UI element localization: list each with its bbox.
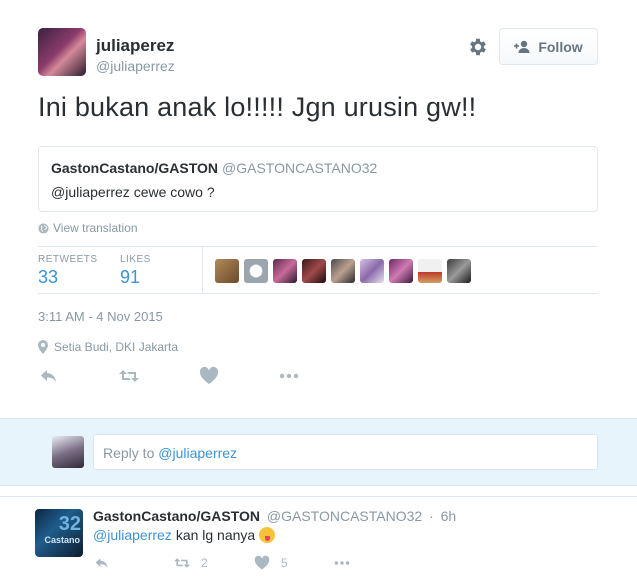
tongue-emoji-icon — [259, 527, 276, 543]
liker-avatar[interactable] — [215, 259, 239, 283]
retweets-stat[interactable]: RETWEETS 33 — [38, 254, 98, 288]
retweets-count: 33 — [38, 267, 59, 287]
location-label: Setia Budi, DKI Jakarta — [54, 340, 179, 354]
reply-more-button[interactable] — [333, 555, 351, 571]
reply-author-avatar[interactable]: 32 Castano — [35, 509, 83, 557]
reply-prefix: Reply to — [103, 445, 159, 461]
author-name[interactable]: juliaperez — [96, 36, 174, 56]
author-handle[interactable]: @juliaperrez — [96, 58, 175, 74]
more-icon[interactable] — [278, 366, 300, 386]
quote-author: GastonCastano/GASTON @GASTONCASTANO32 — [51, 160, 377, 176]
heart-icon[interactable] — [198, 366, 220, 386]
liker-avatar[interactable] — [302, 259, 326, 283]
retweet-icon — [174, 558, 190, 568]
quoted-tweet[interactable]: GastonCastano/GASTON @GASTONCASTANO32 @ju… — [38, 146, 598, 212]
reply-reply-button[interactable] — [93, 555, 111, 571]
reply-author-name[interactable]: GastonCastano/GASTON — [93, 508, 260, 524]
likes-stat[interactable]: LIKES 91 — [120, 254, 151, 288]
liker-avatar[interactable] — [418, 259, 442, 283]
stats-divider — [202, 247, 203, 294]
reply-time[interactable]: 6h — [441, 508, 457, 524]
liker-avatar[interactable] — [447, 259, 471, 283]
liker-avatar[interactable] — [331, 259, 355, 283]
author-avatar[interactable] — [38, 28, 86, 76]
tweet-main: juliaperez @juliaperrez Follow Ini bukan… — [0, 0, 637, 418]
quote-author-name: GastonCastano/GASTON — [51, 160, 218, 176]
reply-text: @juliaperrez kan lg nanya — [93, 527, 276, 543]
quote-author-handle: @GASTONCASTANO32 — [222, 160, 378, 176]
reply-like-count: 5 — [281, 556, 288, 570]
liker-avatar[interactable] — [360, 259, 384, 283]
reply-input[interactable]: Reply to @juliaperrez — [93, 434, 598, 470]
tweet-timestamp[interactable]: 3:11 AM - 4 Nov 2015 — [38, 309, 163, 324]
liker-avatars — [215, 259, 471, 283]
current-user-avatar — [52, 436, 84, 468]
add-user-icon — [514, 40, 530, 53]
likes-count: 91 — [120, 267, 141, 287]
liker-avatar[interactable] — [389, 259, 413, 283]
more-icon — [334, 561, 350, 565]
reply-text-mention[interactable]: @juliaperrez — [93, 527, 172, 543]
reply-mention: @juliaperrez — [158, 445, 238, 461]
reply-separator: · — [429, 508, 434, 524]
reply-icon[interactable] — [38, 366, 60, 386]
follow-label: Follow — [538, 38, 583, 55]
tweet-text: Ini bukan anak lo!!!!! Jgn urusin gw!! — [38, 92, 477, 122]
tweet-stats: RETWEETS 33 LIKES 91 — [38, 246, 598, 294]
reply-like-button[interactable]: 5 — [253, 555, 288, 571]
avatar-number: 32 — [58, 513, 81, 535]
globe-icon — [38, 222, 49, 234]
reply-retweet-button[interactable]: 2 — [173, 555, 208, 571]
reply-author-handle[interactable]: @GASTONCASTANO32 — [267, 508, 422, 524]
reply-text-body: kan lg nanya — [175, 527, 256, 543]
gear-icon[interactable] — [467, 36, 489, 58]
liker-avatar[interactable] — [273, 259, 297, 283]
location-pin-icon — [38, 340, 48, 354]
reply-tweet[interactable]: 32 Castano GastonCastano/GASTON @GASTONC… — [0, 496, 637, 581]
reply-icon — [95, 558, 108, 568]
reply-actions: 2 5 — [93, 555, 393, 571]
view-translation-label: View translation — [53, 221, 138, 235]
liker-avatar[interactable] — [244, 259, 268, 283]
retweet-icon[interactable] — [118, 366, 140, 386]
heart-icon — [254, 555, 270, 570]
avatar-caption: Castano — [44, 535, 80, 545]
tweet-location[interactable]: Setia Budi, DKI Jakarta — [38, 340, 178, 354]
retweets-label: RETWEETS — [38, 254, 98, 265]
tweet-actions — [38, 366, 338, 386]
reply-retweet-count: 2 — [201, 556, 208, 570]
reply-header: GastonCastano/GASTON @GASTONCASTANO32 · … — [93, 508, 456, 524]
likes-label: LIKES — [120, 254, 151, 265]
follow-button[interactable]: Follow — [499, 28, 598, 65]
reply-bar: Reply to @juliaperrez — [0, 418, 637, 486]
view-translation-link[interactable]: View translation — [38, 221, 138, 235]
quote-text: @juliaperrez cewe cowo ? — [51, 184, 215, 200]
